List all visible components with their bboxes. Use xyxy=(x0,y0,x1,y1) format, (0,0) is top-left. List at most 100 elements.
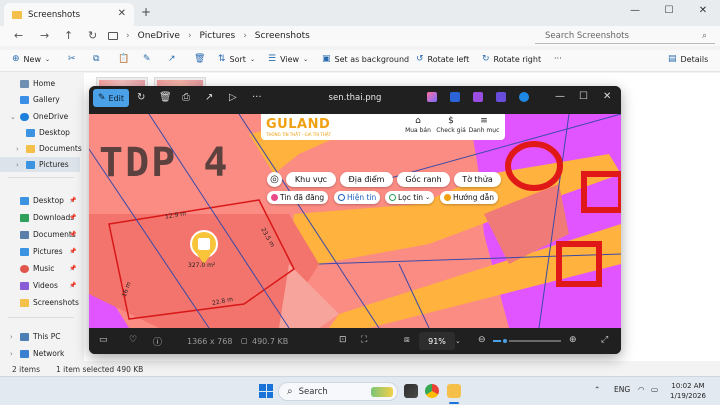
rotate-icon[interactable]: ↻ xyxy=(137,92,145,103)
chevron-down-icon[interactable]: ⌄ xyxy=(10,113,16,121)
paste-icon[interactable]: 📋 xyxy=(118,54,129,64)
check-price-button[interactable]: $ Check giá xyxy=(434,116,468,134)
actual-size-icon[interactable]: ⛶ xyxy=(361,335,367,345)
more-options-icon[interactable]: ··· xyxy=(252,92,262,103)
fullscreen-icon[interactable]: ⤢ xyxy=(601,335,608,345)
zoom-slider-knob[interactable] xyxy=(501,337,510,345)
sort-button[interactable]: ⇅ Sort ⌄ xyxy=(218,54,255,64)
app-icon[interactable] xyxy=(404,384,418,398)
battery-icon[interactable]: ▭ xyxy=(651,385,658,394)
delete-icon[interactable]: 🗑 xyxy=(194,54,205,64)
breadcrumb-screenshots[interactable]: Screenshots xyxy=(255,31,310,41)
back-icon[interactable]: ← xyxy=(14,29,23,42)
rotate-right-button[interactable]: ↻ Rotate right xyxy=(482,54,541,64)
share-icon[interactable]: ↗ xyxy=(168,54,176,64)
rotate-left-button[interactable]: ↺ Rotate left xyxy=(416,54,469,64)
view-button[interactable]: ☰ View ⌄ xyxy=(268,54,308,64)
share-icon[interactable]: ↗ xyxy=(205,92,213,103)
zoom-slider[interactable] xyxy=(493,337,561,345)
chrome-icon[interactable] xyxy=(425,384,439,398)
favorite-heart-icon[interactable]: ♡ xyxy=(129,335,137,345)
filter-khu-vuc[interactable]: Khu vực xyxy=(286,172,336,187)
new-tab-icon[interactable]: + xyxy=(141,5,151,19)
search-input[interactable]: Search Screenshots ⌕ xyxy=(535,28,715,44)
chevron-right-icon[interactable]: › xyxy=(16,145,19,153)
close-window-icon[interactable]: ✕ xyxy=(686,0,720,20)
close-tab-icon[interactable]: ✕ xyxy=(118,8,126,19)
chevron-right-icon[interactable]: › xyxy=(16,161,19,169)
slideshow-icon[interactable]: ▷ xyxy=(229,92,237,103)
zoom-level-dropdown[interactable]: 91% xyxy=(419,332,455,350)
minimize-icon[interactable]: — xyxy=(618,0,652,20)
maximize-icon[interactable]: ☐ xyxy=(579,91,588,102)
close-window-icon[interactable]: ✕ xyxy=(603,91,611,102)
rotate-left-label: Rotate left xyxy=(427,54,470,64)
sidebar-item-desktop[interactable]: Desktop 📌 xyxy=(0,193,80,208)
rename-icon[interactable]: ✎ xyxy=(143,54,151,64)
sidebar-item-onedrive[interactable]: ⌄ OneDrive xyxy=(0,109,80,124)
wifi-icon[interactable]: ◠ xyxy=(638,385,645,394)
sidebar-item-onedrive-desktop[interactable]: Desktop xyxy=(0,125,80,140)
filter-dia-diem[interactable]: Địa điểm xyxy=(340,172,393,187)
zoom-fit-icon[interactable]: ⧈ xyxy=(404,335,410,345)
chevron-right-icon[interactable]: › xyxy=(10,350,13,358)
posted-listings-button[interactable]: Tin đã đăng xyxy=(267,191,329,204)
more-options-button[interactable]: ··· xyxy=(554,54,562,63)
menu-button[interactable]: ≡ Danh mục xyxy=(467,116,501,134)
copy-icon[interactable]: ⧉ xyxy=(93,54,99,64)
chevron-down-icon[interactable]: ⌄ xyxy=(455,337,461,345)
language-indicator[interactable]: ENG xyxy=(614,385,630,394)
show-listings-toggle[interactable]: Hiện tin xyxy=(334,191,381,204)
sidebar-item-home[interactable]: Home xyxy=(0,76,80,91)
sidebar-item-music[interactable]: Music 📌 xyxy=(0,261,80,276)
maximize-icon[interactable]: ☐ xyxy=(652,0,686,20)
sidebar-item-documents[interactable]: Documents 📌 xyxy=(0,227,80,242)
sidebar-item-onedrive-pictures[interactable]: › Pictures xyxy=(0,157,80,172)
edit-button[interactable]: ✎ Edit xyxy=(93,89,129,107)
refresh-icon[interactable]: ↻ xyxy=(88,29,97,42)
filter-goc-ranh[interactable]: Góc ranh xyxy=(397,172,450,187)
chevron-right-icon[interactable]: › xyxy=(10,333,13,341)
sidebar-item-screenshots[interactable]: Screenshots xyxy=(0,295,80,310)
locate-me-button[interactable]: ◎ xyxy=(267,172,282,187)
onedrive-cloud-icon[interactable] xyxy=(519,92,529,102)
breadcrumb-onedrive[interactable]: OneDrive xyxy=(138,31,180,41)
print-icon[interactable]: ⎙ xyxy=(182,92,190,103)
set-as-background-button[interactable]: ▣ Set as background xyxy=(322,54,409,64)
buy-sell-button[interactable]: ⌂ Mua bán xyxy=(401,116,435,134)
sidebar-item-pictures[interactable]: Pictures 📌 xyxy=(0,244,80,259)
taskbar-search[interactable]: ⌕ Search xyxy=(278,382,398,401)
ai-tool-icon[interactable] xyxy=(450,92,460,102)
copilot-icon[interactable] xyxy=(427,92,437,102)
breadcrumb-pictures[interactable]: Pictures xyxy=(200,31,236,41)
minimize-icon[interactable]: — xyxy=(555,91,565,102)
sidebar-item-onedrive-documents[interactable]: › Documents xyxy=(0,141,82,156)
info-icon[interactable]: ⓘ xyxy=(153,335,162,348)
sidebar-item-network[interactable]: › Network xyxy=(0,346,80,361)
fit-to-window-icon[interactable]: ⊡ xyxy=(339,335,347,345)
forward-icon[interactable]: → xyxy=(40,29,49,42)
designer-icon[interactable] xyxy=(496,92,506,102)
windows-start-icon[interactable] xyxy=(259,384,273,398)
new-button[interactable]: ⊕ New ⌄ xyxy=(12,54,50,64)
filter-to-thua[interactable]: Tờ thửa xyxy=(454,172,501,187)
delete-icon[interactable]: 🗑 xyxy=(159,92,172,103)
sidebar-item-this-pc[interactable]: › This PC xyxy=(0,329,80,344)
chevron-up-icon[interactable]: ⌃ xyxy=(594,385,600,394)
details-button[interactable]: ▤ Details xyxy=(668,54,708,64)
zoom-in-icon[interactable]: ⊕ xyxy=(569,335,577,345)
file-explorer-icon[interactable] xyxy=(447,384,461,398)
zoom-out-icon[interactable]: ⊖ xyxy=(478,335,486,345)
sidebar-item-videos[interactable]: Videos 📌 xyxy=(0,278,80,293)
clock[interactable]: 10:02 AM 1/19/2026 xyxy=(666,381,710,401)
clipchamp-icon[interactable] xyxy=(473,92,483,102)
up-icon[interactable]: ↑ xyxy=(64,29,73,42)
guide-button[interactable]: Hướng dẫn xyxy=(440,191,498,204)
tab-screenshots[interactable]: Screenshots ✕ xyxy=(4,3,134,26)
filter-listings-dropdown[interactable]: Lọc tin ⌄ xyxy=(385,191,435,204)
sidebar-item-downloads[interactable]: Downloads 📌 xyxy=(0,210,80,225)
cut-icon[interactable]: ✂ xyxy=(68,54,76,64)
filmstrip-icon[interactable]: ▭ xyxy=(99,335,108,345)
sidebar-item-gallery[interactable]: Gallery xyxy=(0,92,80,107)
image-canvas[interactable]: TDP 4 327.0 m² 12.9 m 23.5 m 16 m 22.8 m… xyxy=(89,114,621,328)
